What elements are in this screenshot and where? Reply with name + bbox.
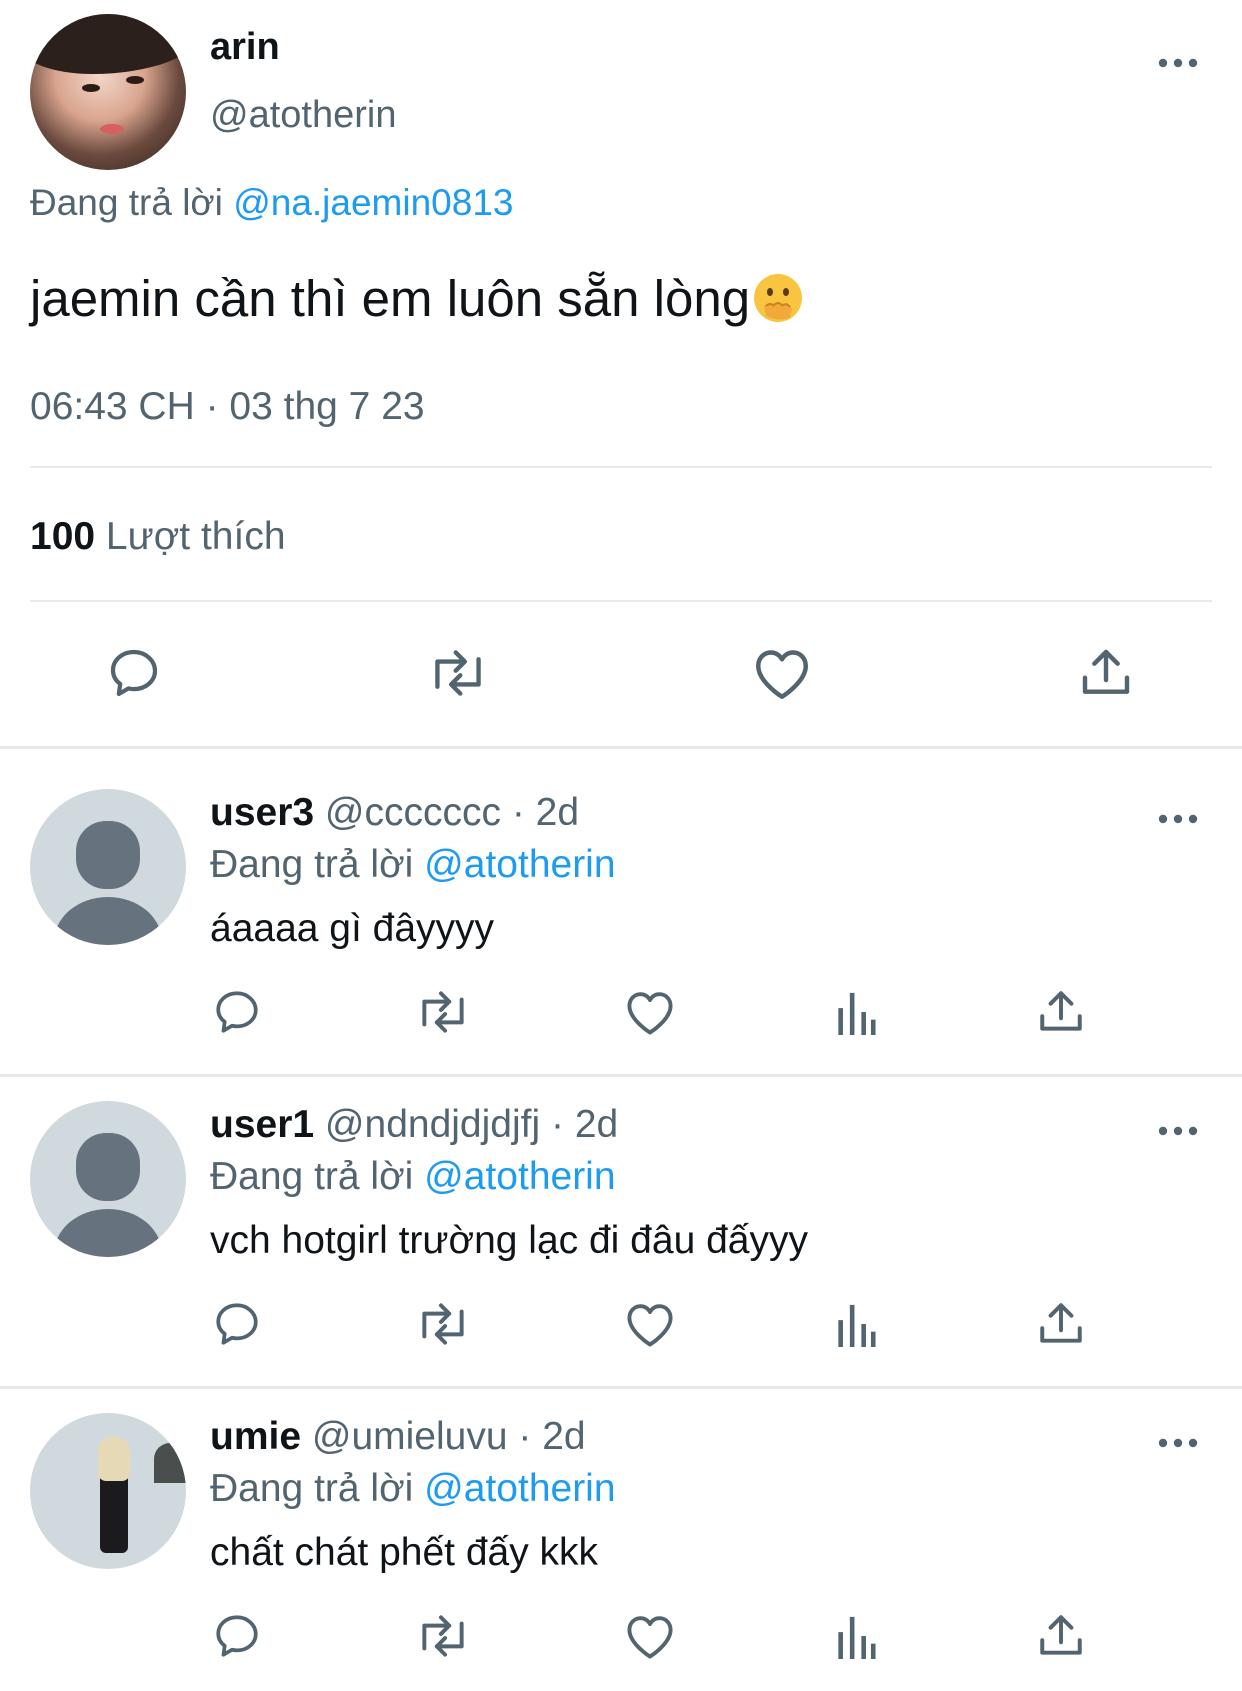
- more-options-icon[interactable]: [1158, 1123, 1198, 1141]
- tweet-timestamp[interactable]: 06:43 CH · 03 thg 7 23: [30, 385, 425, 429]
- reply-actions: [0, 1611, 1242, 1661]
- reply-author-handle[interactable]: @umieluvu: [312, 1415, 508, 1458]
- share-icon[interactable]: [1036, 987, 1086, 1042]
- replying-to: Đang trả lời @atotherin: [210, 843, 616, 887]
- author-avatar[interactable]: [30, 14, 186, 170]
- reply-icon[interactable]: [212, 987, 262, 1042]
- replying-to: Đang trả lời @atotherin: [210, 1467, 616, 1511]
- like-icon[interactable]: [624, 987, 676, 1042]
- reply-divider: [0, 1386, 1242, 1389]
- replying-prefix: Đang trả lời: [210, 843, 414, 886]
- more-options-icon[interactable]: [1158, 811, 1198, 829]
- share-icon[interactable]: [1036, 1611, 1086, 1666]
- likes-label: Lượt thích: [105, 515, 286, 558]
- reply-header: umie @umieluvu · 2d: [210, 1415, 586, 1459]
- avatar[interactable]: [30, 789, 186, 945]
- reply-icon[interactable]: [106, 645, 162, 706]
- avatar[interactable]: [30, 1413, 186, 1569]
- reply-author-handle[interactable]: @ccccccc: [325, 791, 501, 834]
- section-divider: [0, 746, 1242, 749]
- reply-text: chất chát phết đấy kkk: [210, 1531, 599, 1574]
- reply-author-handle[interactable]: @ndndjdjdjfj: [325, 1103, 540, 1146]
- like-icon[interactable]: [624, 1299, 676, 1354]
- analytics-icon[interactable]: [836, 1301, 876, 1352]
- share-icon[interactable]: [1036, 1299, 1086, 1354]
- retweet-icon[interactable]: [414, 1611, 472, 1666]
- retweet-icon[interactable]: [426, 645, 490, 706]
- replying-to-handle[interactable]: @atotherin: [424, 1467, 615, 1510]
- author-name[interactable]: arin: [210, 26, 280, 69]
- reply-header: user1 @ndndjdjdjfj · 2d: [210, 1103, 618, 1147]
- replying-prefix: Đang trả lời: [210, 1155, 414, 1198]
- like-icon[interactable]: [624, 1611, 676, 1666]
- reply-text: vch hotgirl trường lạc đi đâu đấyyy: [210, 1219, 808, 1262]
- replying-prefix: Đang trả lời: [210, 1467, 414, 1510]
- replying-to: Đang trả lời @atotherin: [210, 1155, 616, 1199]
- replying-to-handle[interactable]: @atotherin: [424, 1155, 615, 1198]
- retweet-icon[interactable]: [414, 987, 472, 1042]
- share-icon[interactable]: [1078, 645, 1134, 706]
- reply-icon[interactable]: [212, 1611, 262, 1666]
- author-handle[interactable]: @atotherin: [210, 94, 396, 137]
- like-icon[interactable]: [752, 645, 812, 706]
- analytics-icon[interactable]: [836, 989, 876, 1040]
- reply-text: áaaaa gì đâyyyy: [210, 907, 495, 950]
- reply-author-name[interactable]: umie: [210, 1415, 301, 1458]
- more-options-icon[interactable]: [1158, 58, 1198, 68]
- replying-to-handle[interactable]: @atotherin: [424, 843, 615, 886]
- reply-author-name[interactable]: user3: [210, 791, 314, 834]
- divider: [30, 466, 1212, 468]
- replying-prefix: Đang trả lời: [30, 182, 223, 223]
- analytics-icon[interactable]: [836, 1613, 876, 1664]
- divider: [30, 600, 1212, 602]
- tweet-text: jaemin cần thì em luôn sẵn lòng: [30, 268, 804, 330]
- retweet-icon[interactable]: [414, 1299, 472, 1354]
- reply-header: user3 @ccccccc · 2d: [210, 791, 579, 835]
- tweet-text-content: jaemin cần thì em luôn sẵn lòng: [30, 270, 751, 327]
- reply-time: · 2d: [511, 791, 580, 834]
- reply-time: · 2d: [551, 1103, 619, 1146]
- reply-divider: [0, 1074, 1242, 1077]
- reply-actions: [0, 987, 1242, 1037]
- reply-author-name[interactable]: user1: [210, 1103, 314, 1146]
- likes-count: 100: [30, 515, 96, 558]
- replying-to: Đang trả lời @na.jaemin0813: [30, 182, 514, 224]
- likes-summary[interactable]: 100 Lượt thích: [30, 515, 286, 559]
- replying-to-handle[interactable]: @na.jaemin0813: [233, 182, 513, 223]
- reply-actions: [0, 1299, 1242, 1349]
- face-with-hand-over-mouth-icon: [752, 272, 804, 324]
- reply-time: · 2d: [518, 1415, 586, 1458]
- more-options-icon[interactable]: [1158, 1435, 1198, 1453]
- avatar[interactable]: [30, 1101, 186, 1257]
- reply-icon[interactable]: [212, 1299, 262, 1354]
